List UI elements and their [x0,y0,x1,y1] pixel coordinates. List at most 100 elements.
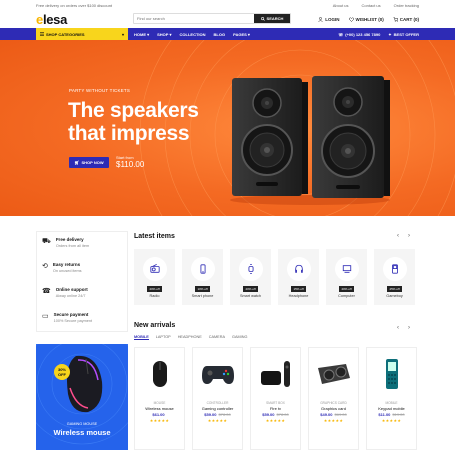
main-nav: SHOP CATEGORIES ▾ HOME ▾ SHOP ▾ COLLECTI… [0,28,455,40]
headphone-icon [286,257,311,281]
rating-stars: ★★★★★ [323,418,344,423]
latest-items-list: 20% off Radio 10% off Smart phone 20% of… [134,249,418,305]
shop-categories-button[interactable]: SHOP CATEGORIES ▾ [36,28,128,40]
tab-headphone[interactable]: HEADPHONE [178,335,202,340]
shop-now-button[interactable]: 🛒︎ SHOP NOW [69,157,109,168]
wishlist-button[interactable]: WISHLIST (0) [348,17,384,22]
cart-button[interactable]: CART (0) [393,17,419,22]
nav-pages[interactable]: PAGES ▾ [233,32,250,37]
promo-text: Free delivery on orders over $100 discou… [36,3,113,8]
feature-free-delivery: ⛟ Free delivery Orders from all item [42,237,90,248]
radio-icon [142,257,167,281]
logo[interactable]: elesa [36,12,67,27]
login-button[interactable]: LOGIN [318,17,340,22]
about-link[interactable]: About us [333,3,349,8]
feature-online-support: ☎ Online support Alway online 24/7 [42,287,88,298]
gameboy-icon [382,257,407,281]
hero-price: $110.00 [116,160,145,169]
search-input[interactable] [134,14,254,23]
truck-icon: ⛟ [42,238,51,245]
mouse-image [140,354,180,394]
graphics-card-image [314,354,354,394]
phone-link[interactable]: ☏ (+00) 123 456 7890 [338,32,380,37]
tab-camera[interactable]: CAMERA [209,335,225,340]
product-card[interactable]: MOBILE Keypad mobile $11.00 $19.00 ★★★★★ [366,347,417,450]
feature-easy-returns: ⟲ Easy returns On unused items [42,262,82,273]
wishlist-label: WISHLIST (0) [355,17,384,22]
tab-laptop[interactable]: LAPTOP [156,335,171,340]
product-card[interactable]: SMART BOX Fire tv $59.00 $78.00 ★★★★★ [250,347,301,450]
item-name: Smart phone [191,294,214,298]
computer-icon [334,257,359,281]
header-actions: LOGIN WISHLIST (0) CART (0) [318,17,419,22]
next-arrow-icon[interactable]: › [408,325,410,331]
phone-icon: ☏ [338,31,344,37]
rating-stars: ★★★★★ [149,418,170,423]
latest-item-computer[interactable]: 20% off Computer [326,249,367,305]
cart-icon [393,17,398,22]
search-button[interactable]: SEARCH [254,14,290,23]
latest-arrows: ‹ › [397,233,410,239]
nav-collection[interactable]: COLLECTION [180,32,206,37]
search-button-label: SEARCH [266,16,284,21]
item-name: Radio [149,294,160,298]
products-list: MOUSE Wireless mouse $61.00 ★★★★★ CONTRO… [134,347,418,450]
controller-image [198,354,238,394]
discount-circle: 30% OFF [54,364,70,380]
discount-badge: 10% off [195,286,210,292]
product-name: Graphics card [321,406,346,411]
product-card[interactable]: CONTROLLER Gaming controller $59.00 $78.0… [192,347,243,450]
search-bar: SEARCH [133,13,291,24]
product-card[interactable]: GRAPHICS CARD Graphics card $49.00 $69.00… [308,347,359,450]
latest-item-gameboy[interactable]: 25% off Gameboy [374,249,415,305]
top-links: About us Contact us Order tracking [333,3,419,8]
discount-badge: 15% off [291,286,306,292]
latest-item-radio[interactable]: 20% off Radio [134,249,175,305]
product-name: Gaming controller [201,406,234,411]
latest-item-headphone[interactable]: 15% off Headphone [278,249,319,305]
card-icon: ▭ [42,313,49,320]
nav-blog[interactable]: BLOG [214,32,226,37]
cart-label: CART (0) [399,17,419,22]
best-offer-label: BEST OFFER [393,31,419,37]
tab-gaming[interactable]: GAMING [232,335,247,340]
rating-stars: ★★★★★ [381,418,402,423]
prev-arrow-icon[interactable]: ‹ [397,325,399,331]
product-name: Wireless mouse [145,406,174,411]
latest-item-smart-phone[interactable]: 10% off Smart phone [182,249,223,305]
tag-icon: ✦ [388,31,392,37]
nav-shop[interactable]: SHOP ▾ [157,32,171,37]
best-offer-link[interactable]: ✦ BEST OFFER [388,32,419,37]
discount-badge: 20% off [147,286,162,292]
login-label: LOGIN [325,17,340,22]
arrivals-tabs: MOBILE LAPTOP HEADPHONE CAMERA GAMING [134,335,247,340]
support-icon: ☎ [42,288,51,295]
gaming-mouse-promo[interactable]: 30% OFF GAMING MOUSE Wireless mouse [36,344,128,450]
nav-home[interactable]: HOME ▾ [134,32,149,37]
item-name: Smart watch [239,294,262,298]
header: elesa SEARCH LOGIN WISHLIST (0) CART (0) [0,10,455,28]
next-arrow-icon[interactable]: › [408,233,410,239]
phone-number: (+00) 123 456 7890 [345,31,381,37]
menu-icon [40,32,44,36]
cart-icon: 🛒︎ [74,160,80,165]
latest-items-title: Latest items [134,233,175,240]
tab-mobile[interactable]: MOBILE [134,335,149,340]
shop-now-label: SHOP NOW [81,160,104,165]
nav-right: ☏ (+00) 123 456 7890 ✦ BEST OFFER [338,28,419,40]
arrivals-arrows: ‹ › [397,325,410,331]
discount-badge: 20% off [339,286,354,292]
feature-secure-payment: ▭ Secure payment 100% Secure payment [42,312,93,323]
prev-arrow-icon[interactable]: ‹ [397,233,399,239]
fire-tv-image [256,354,296,394]
features-panel: ⛟ Free delivery Orders from all item ⟲ Ea… [36,231,128,332]
contact-link[interactable]: Contact us [362,3,381,8]
latest-item-smart-watch[interactable]: 20% off Smart watch [230,249,271,305]
categories-label: SHOP CATEGORIES [46,31,85,37]
order-tracking-link[interactable]: Order tracking [394,3,419,8]
product-card[interactable]: MOUSE Wireless mouse $61.00 ★★★★★ [134,347,185,450]
new-arrivals-title: New arrivals [134,322,176,329]
hero-title: The speakers that impress [68,99,199,145]
menu: HOME ▾ SHOP ▾ COLLECTION BLOG PAGES ▾ [134,28,250,40]
top-bar: Free delivery on orders over $100 discou… [0,0,455,10]
